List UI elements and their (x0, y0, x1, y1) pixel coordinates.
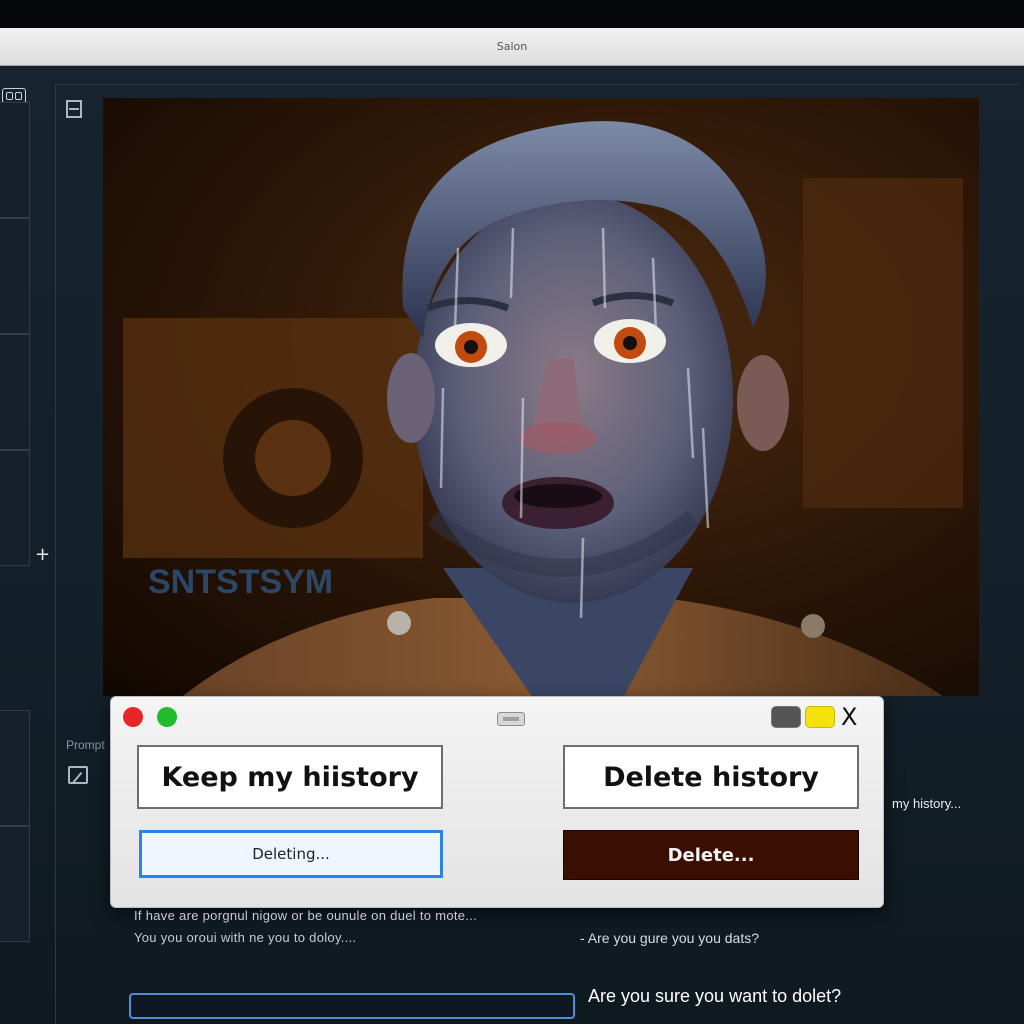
confirm-question-long: Are you sure you want to dolet? (588, 986, 842, 1006)
sidebar (0, 80, 32, 1024)
side-history-text: my history... (892, 796, 962, 811)
keyboard-icon (497, 712, 525, 726)
delete-progress-bar (129, 993, 575, 1019)
screen-top-bezel (0, 0, 1024, 28)
confirm-question-short: - Are you gure you you dats? (580, 930, 759, 946)
portrait-illustration: SNTSTSYM (123, 121, 963, 696)
sidebar-item[interactable] (0, 334, 30, 450)
close-window-button[interactable] (123, 707, 143, 727)
keep-history-button[interactable]: Keep my hiistory (137, 745, 443, 809)
sidebar-item[interactable] (0, 218, 30, 334)
add-icon[interactable]: + (35, 544, 50, 565)
sidebar-item[interactable] (0, 102, 30, 218)
info-text-line-1: If have are porgnul nigow or be ounule o… (134, 908, 478, 923)
minimize-button[interactable] (771, 706, 801, 728)
deleting-status-button[interactable]: Deleting... (139, 830, 443, 878)
window-title: Salon (496, 40, 528, 53)
portrait-image: SNTSTSYM (103, 98, 979, 696)
document-icon[interactable] (66, 100, 82, 118)
maximize-window-button[interactable] (157, 707, 177, 727)
delete-history-dialog: X Keep my hiistory Delete history Deleti… (110, 696, 884, 908)
delete-confirm-button[interactable]: Delete... (563, 830, 859, 880)
delete-history-button[interactable]: Delete history (563, 745, 859, 809)
restore-button[interactable] (805, 706, 835, 728)
sidebar-item[interactable] (0, 826, 30, 942)
svg-text:SNTSTSYM: SNTSTSYM (148, 563, 333, 601)
edit-icon[interactable] (68, 766, 88, 784)
window-titlebar: Salon (0, 28, 1024, 66)
sidebar-item[interactable] (0, 450, 30, 566)
info-text-line-2: You you oroui with ne you to doloy.... (134, 930, 357, 945)
prompt-label: Prompt (66, 738, 105, 752)
sidebar-item[interactable] (0, 710, 30, 826)
close-icon[interactable]: X (841, 705, 857, 729)
dialog-controls: X (771, 703, 869, 731)
